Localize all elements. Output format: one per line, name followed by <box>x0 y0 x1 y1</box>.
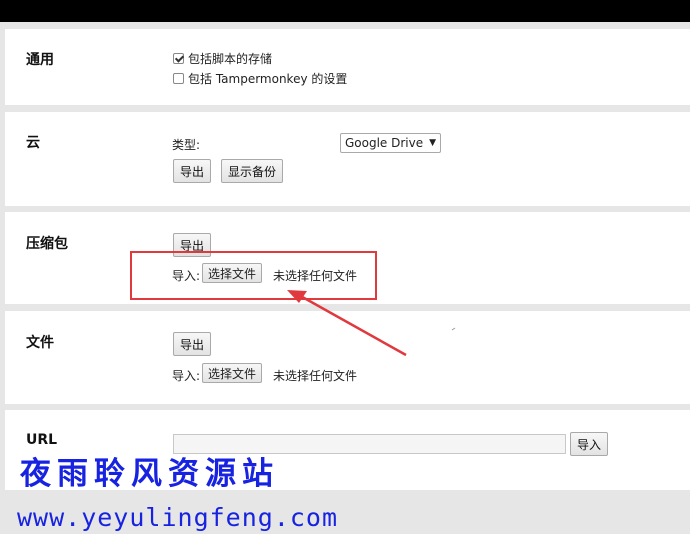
watermark-title: 夜雨聆风资源站 <box>20 456 279 492</box>
file-section: 文件 导出 导入: 选择文件 未选择任何文件 <box>5 311 690 404</box>
include-script-storage-option[interactable]: 包括脚本的存储 <box>173 50 272 67</box>
file-title: 文件 <box>26 335 54 351</box>
annotation-highlight-box <box>130 251 377 300</box>
file-no-file-text: 未选择任何文件 <box>273 369 358 383</box>
dropdown-arrow-icon: ▼ <box>429 138 437 148</box>
url-import-button[interactable]: 导入 <box>570 432 609 456</box>
watermark-url: www.yeyulingfeng.com <box>17 503 339 532</box>
general-title: 通用 <box>26 52 54 68</box>
include-script-storage-label: 包括脚本的存储 <box>188 52 273 66</box>
top-bar <box>0 0 690 22</box>
cloud-type-label: 类型: <box>172 138 201 152</box>
url-title: URL <box>26 432 58 448</box>
cloud-type-select[interactable]: Google Drive ▼ <box>340 133 442 153</box>
include-tm-settings-option[interactable]: 包括 Tampermonkey 的设置 <box>173 70 347 87</box>
cloud-section: 云 类型: Google Drive ▼ 导出 显示备份 <box>5 112 690 206</box>
file-import-label: 导入: <box>172 369 201 383</box>
cloud-export-button[interactable]: 导出 <box>173 159 212 183</box>
zip-title: 压缩包 <box>26 236 68 252</box>
general-section: 通用 包括脚本的存储 包括 Tampermonkey 的设置 <box>5 29 690 105</box>
file-choose-file-button[interactable]: 选择文件 <box>202 363 263 383</box>
include-tm-settings-label: 包括 Tampermonkey 的设置 <box>188 72 348 86</box>
cloud-type-value: Google Drive <box>345 136 424 150</box>
include-tm-settings-checkbox[interactable] <box>173 73 184 84</box>
show-backup-button[interactable]: 显示备份 <box>221 159 284 183</box>
file-export-button[interactable]: 导出 <box>173 332 212 356</box>
include-script-storage-checkbox[interactable] <box>173 53 184 64</box>
cloud-title: 云 <box>26 135 40 151</box>
